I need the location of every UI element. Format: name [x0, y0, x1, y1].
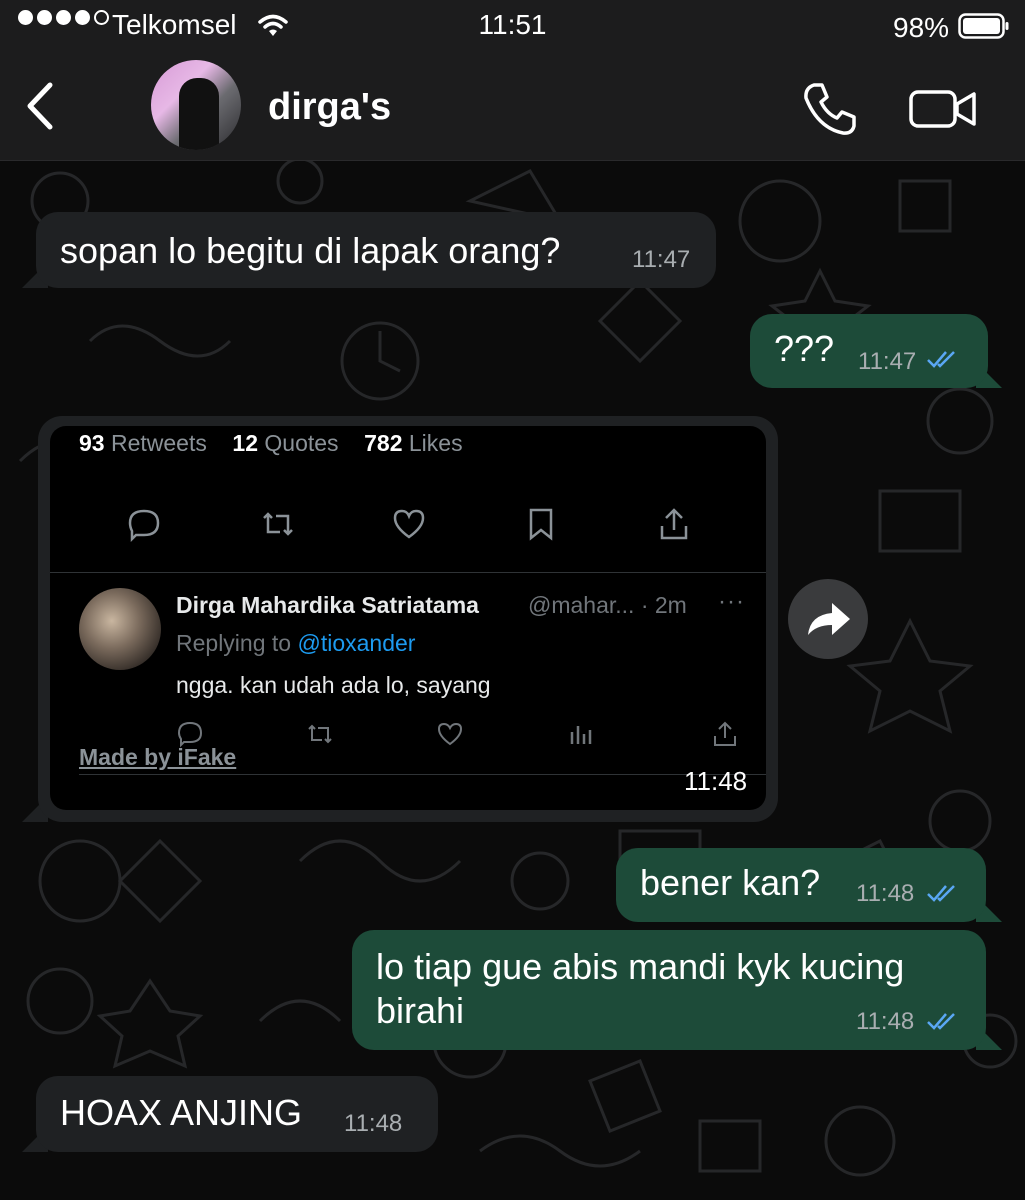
- forward-arrow-icon: [808, 603, 850, 635]
- bookmark-icon: [529, 508, 553, 541]
- retweet-icon: [308, 724, 332, 744]
- video-camera-icon[interactable]: [908, 84, 978, 134]
- message-bubble-incoming[interactable]: HOAX ANJING 11:48: [36, 1076, 438, 1152]
- heart-icon: [393, 509, 425, 539]
- message-time: 11:48: [856, 1008, 915, 1035]
- analytics-icon: [570, 726, 592, 744]
- message-time: 11:47: [858, 348, 917, 375]
- contact-avatar[interactable]: [151, 60, 241, 150]
- message-bubble-outgoing[interactable]: ??? 11:47: [750, 314, 988, 388]
- contact-name[interactable]: dirga's: [268, 86, 391, 129]
- tweet-screenshot-image[interactable]: 93 Retweets 12 Quotes 782 Likes Dirga Ma…: [50, 426, 766, 810]
- phone-icon[interactable]: [800, 80, 858, 138]
- message-text: HOAX ANJING: [60, 1092, 303, 1133]
- message-text-line1: lo tiap gue abis mandi kyk kucing: [376, 946, 905, 987]
- message-text-line2: birahi: [376, 990, 465, 1031]
- share-icon: [660, 508, 688, 540]
- message-bubble-incoming[interactable]: sopan lo begitu di lapak orang? 11:47: [36, 212, 716, 288]
- message-time: 11:48: [684, 766, 748, 796]
- tweet-action-bar: [50, 496, 766, 556]
- message-time: 11:47: [632, 246, 691, 273]
- message-text: bener kan?: [640, 862, 821, 903]
- message-bubble-outgoing[interactable]: bener kan? 11:48: [616, 848, 986, 922]
- clock-time: 11:51: [478, 9, 547, 40]
- divider: [50, 572, 766, 573]
- reply-author-handle: @mahar... · 2m: [528, 592, 687, 618]
- message-text: sopan lo begitu di lapak orang?: [60, 230, 561, 271]
- read-receipt-icon: [927, 351, 955, 368]
- retweet-icon: [263, 512, 293, 536]
- watermark-text: Made by iFake: [79, 744, 237, 770]
- divider: [79, 774, 766, 775]
- tweet-stats: 93 Retweets 12 Quotes 782 Likes: [79, 430, 463, 456]
- reply-author-name: Dirga Mahardika Satriatama: [176, 592, 479, 618]
- message-text: ???: [774, 328, 835, 369]
- reply-author-avatar: [79, 588, 161, 670]
- more-icon: ···: [718, 588, 745, 615]
- read-receipt-icon: [927, 885, 955, 902]
- heart-icon: [437, 722, 463, 746]
- read-receipt-icon: [927, 1013, 955, 1030]
- message-time: 11:48: [856, 880, 915, 907]
- reply-text: ngga. kan udah ada lo, sayang: [176, 672, 491, 698]
- battery-percent: 98%: [893, 12, 950, 43]
- share-icon: [714, 721, 736, 746]
- replying-to: Replying to @tioxander: [176, 630, 416, 656]
- forward-button[interactable]: [788, 579, 868, 659]
- battery-icon: [958, 13, 1009, 39]
- message-bubble-outgoing[interactable]: lo tiap gue abis mandi kyk kucing birahi…: [352, 930, 986, 1050]
- status-bar: Telkomsel 11:51 98%: [0, 0, 1025, 52]
- message-time: 11:48: [344, 1110, 403, 1137]
- reply-icon: [128, 509, 160, 542]
- chat-header: dirga's: [0, 52, 1025, 161]
- chevron-left-icon[interactable]: [22, 80, 58, 132]
